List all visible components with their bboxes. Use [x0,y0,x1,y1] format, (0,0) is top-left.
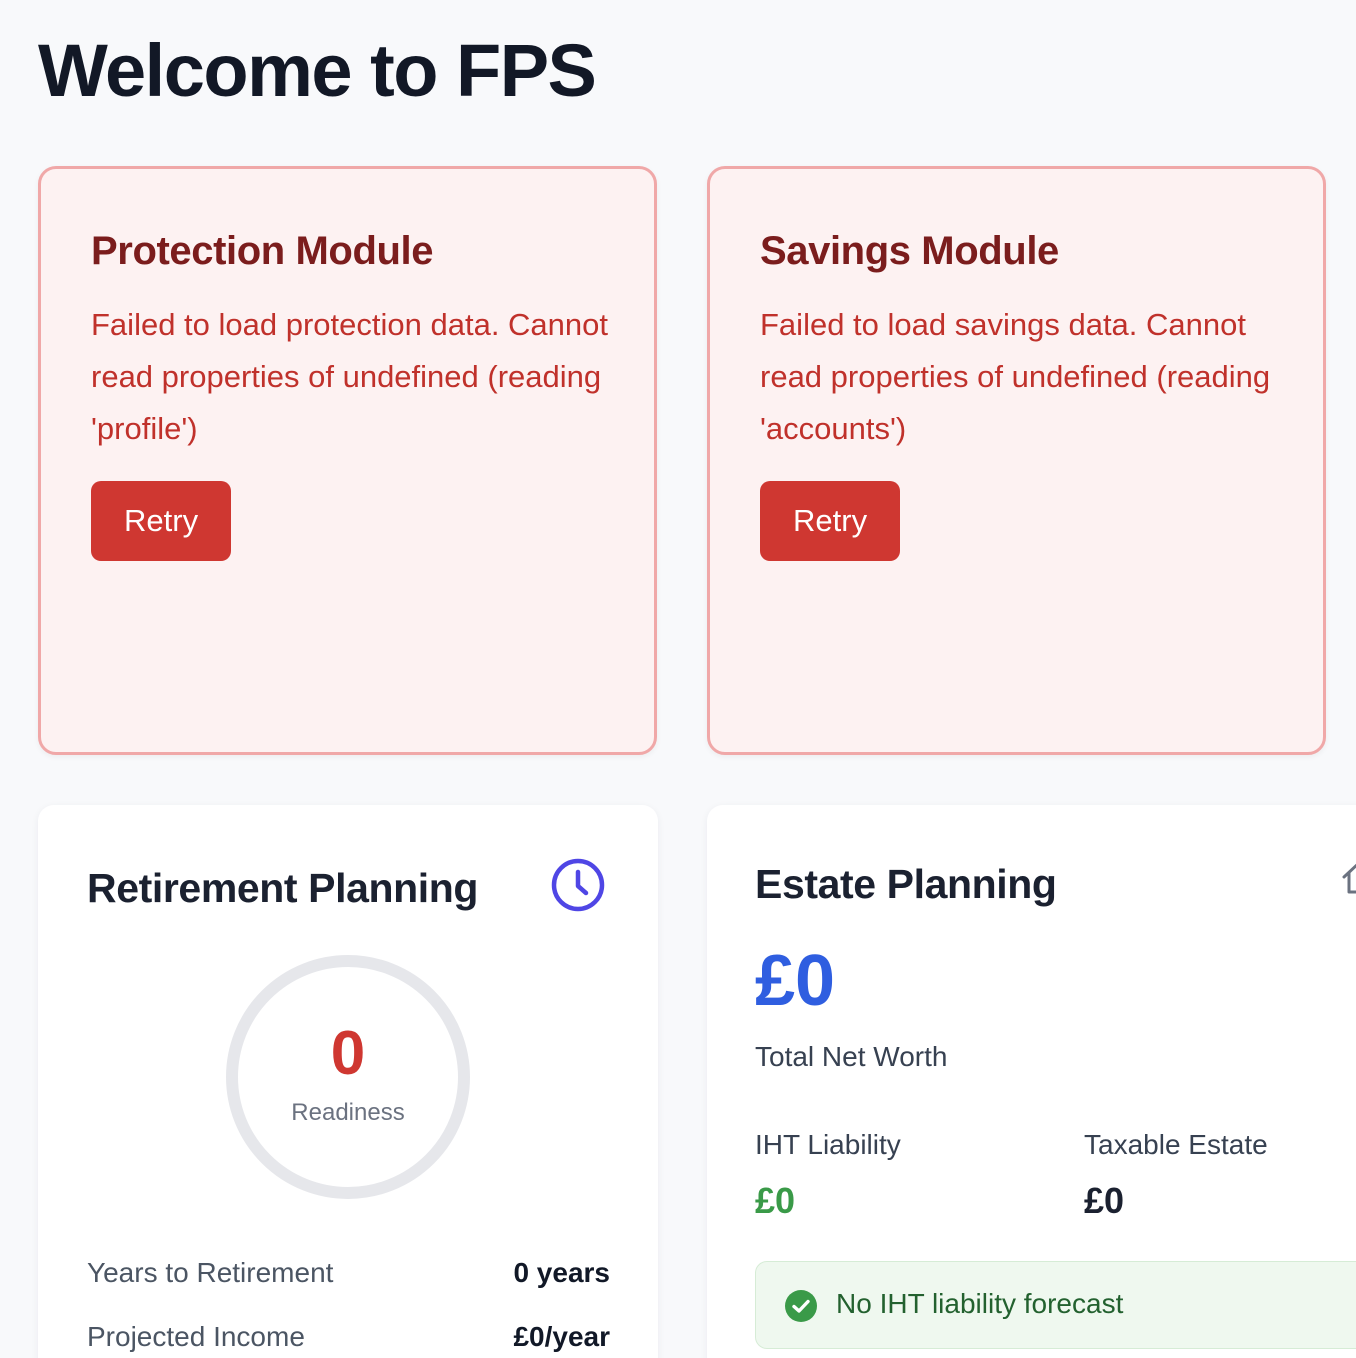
projected-income-label: Projected Income [87,1321,305,1352]
projected-income-value: £0/year [513,1321,610,1352]
clock-icon [551,858,605,912]
savings-retry-button[interactable]: Retry [760,481,901,561]
iht-liability-value: £0 [755,1180,796,1221]
iht-liability-label: IHT Liability [755,1129,901,1160]
readiness-gauge: 0 Readiness [226,955,470,1199]
estate-planning-title: Estate Planning [755,861,1057,907]
years-to-retirement-row: Years to Retirement 0 years [87,1257,610,1289]
estate-planning-card[interactable]: Estate Planning £0 Total Net Worth IHT L… [707,805,1356,1358]
home-icon [1342,863,1356,894]
taxable-estate-value: £0 [1084,1180,1125,1221]
protection-error-message: Failed to load protection data. Cannot r… [91,307,609,446]
protection-module-card: Protection Module Failed to load protect… [38,166,657,755]
readiness-label: Readiness [291,1099,405,1126]
iht-notice-banner: No IHT liability forecast [755,1261,1356,1349]
years-to-retirement-value: 0 years [513,1257,610,1288]
savings-module-title: Savings Module [760,229,1059,273]
savings-error-message: Failed to load savings data. Cannot read… [760,307,1271,446]
projected-income-row: Projected Income £0/year [87,1321,610,1353]
dashboard-page: Welcome to FPS Protection Module Failed … [0,0,1356,1358]
iht-notice-text: No IHT liability forecast [836,1288,1124,1319]
readiness-score: 0 [330,1019,366,1088]
protection-module-title: Protection Module [91,229,434,273]
retirement-planning-card[interactable]: Retirement Planning 0 Readiness Years to… [38,805,658,1358]
total-net-worth-value: £0 [755,941,836,1021]
retirement-planning-title: Retirement Planning [87,865,479,911]
taxable-estate-label: Taxable Estate [1084,1129,1268,1160]
years-to-retirement-label: Years to Retirement [87,1257,334,1288]
savings-module-card: Savings Module Failed to load savings da… [707,166,1326,755]
total-net-worth-label: Total Net Worth [755,1041,948,1072]
page-title: Welcome to FPS [38,29,597,112]
protection-retry-button[interactable]: Retry [91,481,232,561]
check-circle-icon [785,1290,817,1322]
